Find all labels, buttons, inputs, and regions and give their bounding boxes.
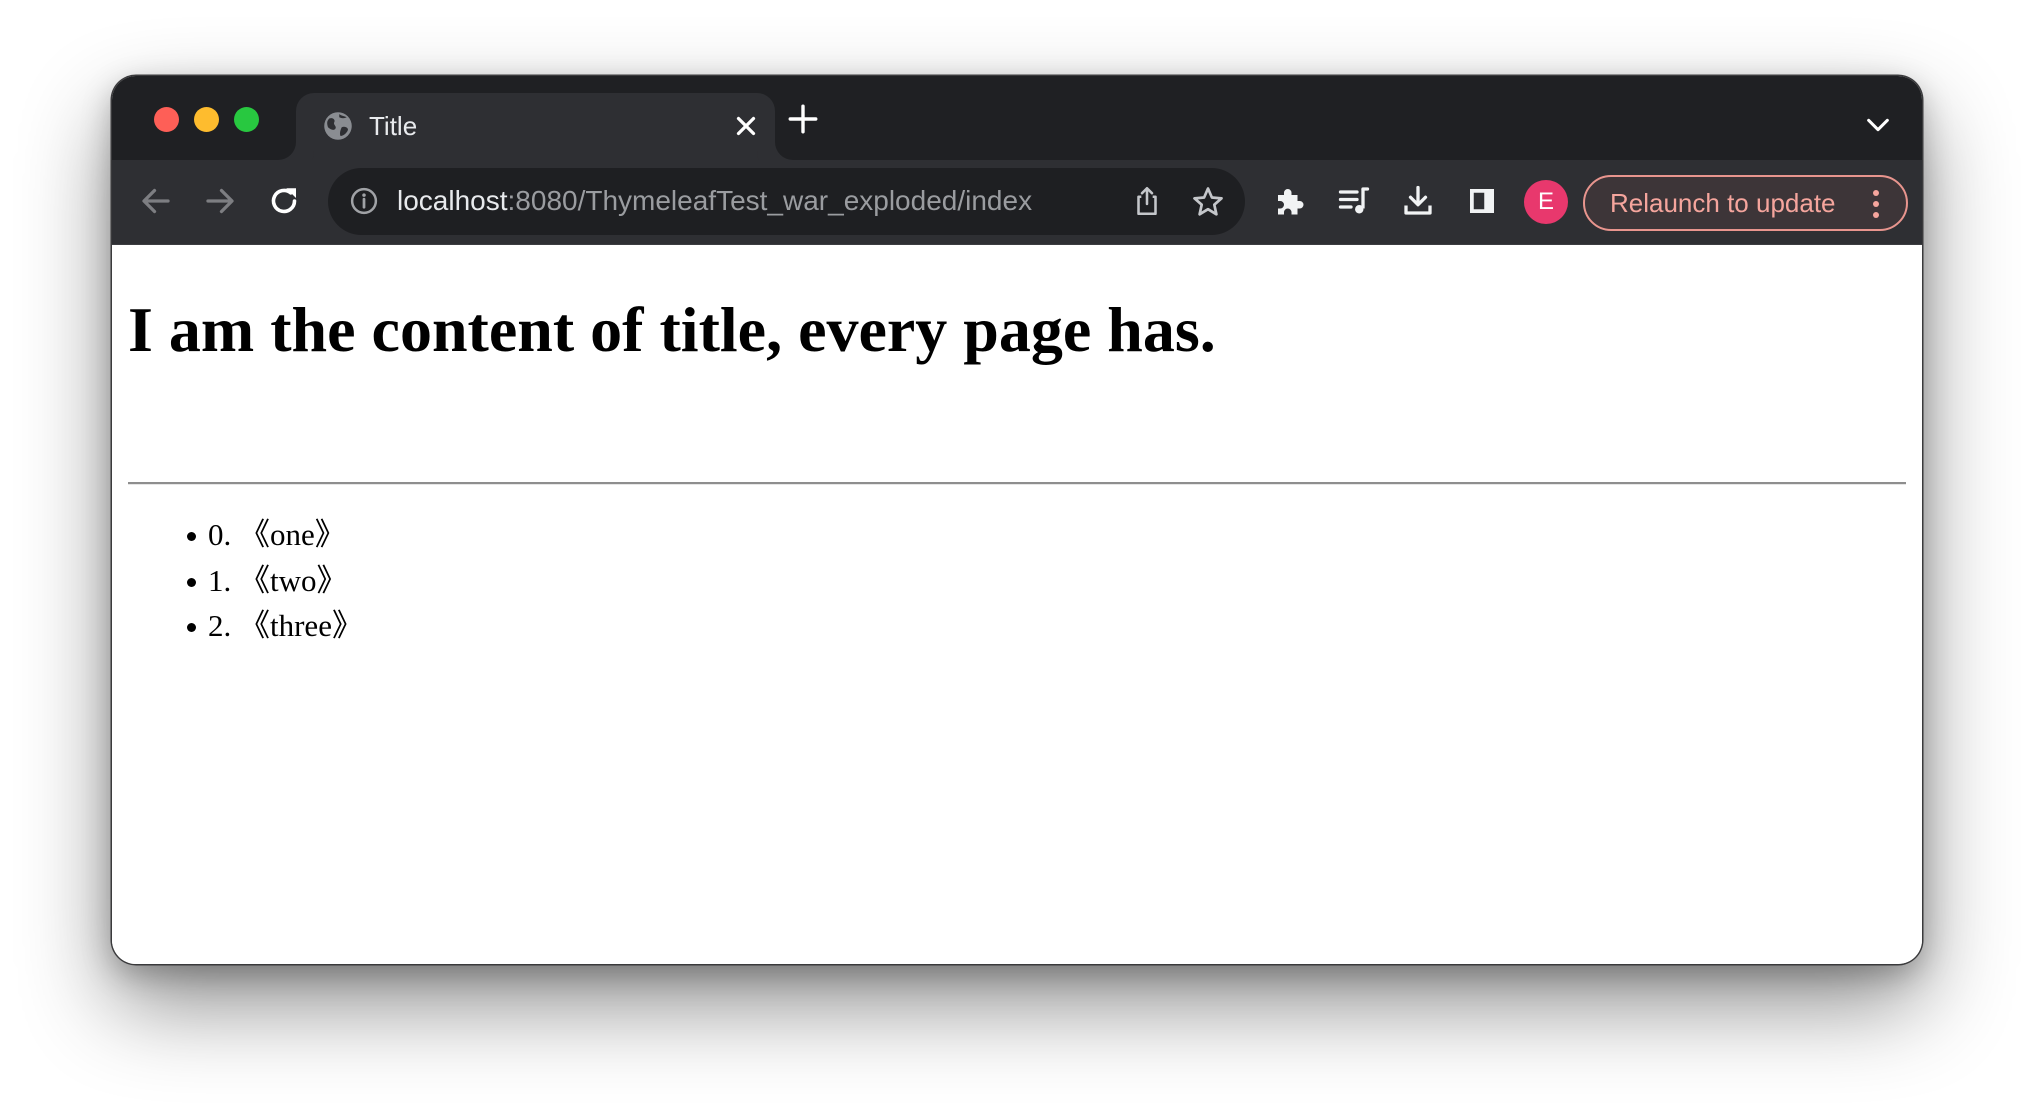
toolbar: localhost:8080/ThymeleafTest_war_explode… <box>112 160 1922 245</box>
page-heading: I am the content of title, every page ha… <box>128 294 1216 365</box>
relaunch-label: Relaunch to update <box>1610 188 1836 218</box>
more-vertical-icon[interactable] <box>1871 189 1881 219</box>
puzzle-icon[interactable] <box>1272 183 1308 219</box>
reload-icon[interactable] <box>266 183 302 219</box>
tab-title[interactable]: Title <box>296 93 775 160</box>
media-queue-icon[interactable] <box>1336 183 1372 219</box>
share-icon[interactable] <box>1130 184 1164 218</box>
item-list: 0. 《one》 1. 《two》 2. 《three》 <box>187 512 363 649</box>
browser-window: Title localhost:8080/ThymeleafTest_war_e… <box>112 76 1922 964</box>
page-content: I am the content of title, every page ha… <box>112 245 1922 964</box>
url-path: :8080/ThymeleafTest_war_exploded/index <box>507 185 1033 216</box>
list-item: 0. 《one》 <box>187 512 363 558</box>
horizontal-rule <box>128 482 1906 485</box>
tab-strip: Title <box>112 76 1922 160</box>
info-icon[interactable] <box>349 186 379 216</box>
url-text[interactable]: localhost:8080/ThymeleafTest_war_explode… <box>397 182 1032 220</box>
tab-title-label: Title <box>369 111 418 141</box>
chevron-down-icon[interactable] <box>1864 114 1892 136</box>
list-item: 2. 《three》 <box>187 603 363 649</box>
side-panel-icon[interactable] <box>1464 183 1500 219</box>
close-icon[interactable] <box>731 111 761 141</box>
arrow-right-icon[interactable] <box>202 183 238 219</box>
address-bar[interactable]: localhost:8080/ThymeleafTest_war_explode… <box>328 168 1245 235</box>
list-item: 1. 《two》 <box>187 558 363 604</box>
maximize-window-button[interactable] <box>234 107 259 132</box>
url-host: localhost <box>397 185 508 216</box>
relaunch-to-update-button[interactable]: Relaunch to update <box>1583 175 1908 231</box>
close-window-button[interactable] <box>154 107 179 132</box>
profile-avatar[interactable]: E <box>1524 180 1568 224</box>
arrow-left-icon[interactable] <box>138 183 174 219</box>
minimize-window-button[interactable] <box>194 107 219 132</box>
globe-icon <box>324 112 352 140</box>
download-icon[interactable] <box>1400 183 1436 219</box>
star-icon[interactable] <box>1190 184 1226 220</box>
plus-icon[interactable] <box>786 102 820 136</box>
